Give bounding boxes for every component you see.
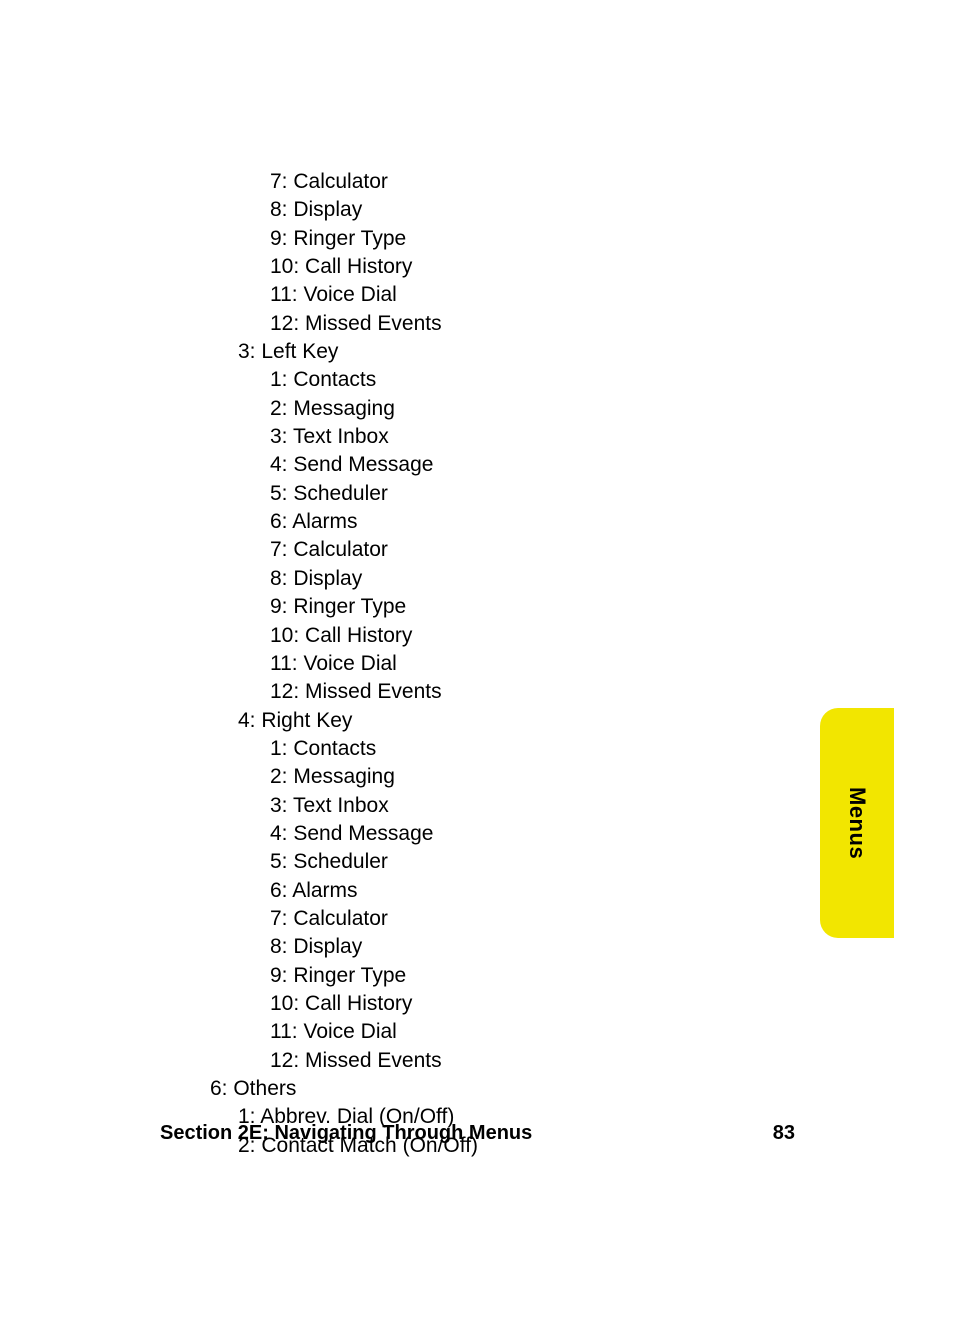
menu-item: 3: Text Inbox	[270, 792, 478, 820]
side-tab-label: Menus	[844, 787, 870, 859]
menu-item: 7: Calculator	[270, 536, 478, 564]
menu-item: 7: Calculator	[270, 168, 478, 196]
menu-tree-content: 7: Calculator8: Display9: Ringer Type10:…	[210, 168, 478, 1160]
menu-item: 1: Contacts	[270, 735, 478, 763]
menu-item: 12: Missed Events	[270, 310, 478, 338]
page-footer: Section 2E: Navigating Through Menus 83	[160, 1122, 795, 1145]
menu-item: 4: Right Key	[238, 707, 478, 735]
menu-item: 10: Call History	[270, 622, 478, 650]
menu-item: 2: Messaging	[270, 763, 478, 791]
menu-item: 3: Left Key	[238, 338, 478, 366]
menu-item: 11: Voice Dial	[270, 1018, 478, 1046]
menu-item: 8: Display	[270, 565, 478, 593]
menu-item: 11: Voice Dial	[270, 650, 478, 678]
menu-item: 12: Missed Events	[270, 1047, 478, 1075]
menu-item: 10: Call History	[270, 253, 478, 281]
menu-item: 4: Send Message	[270, 451, 478, 479]
side-tab: Menus	[820, 708, 894, 938]
menu-item: 3: Text Inbox	[270, 423, 478, 451]
menu-item: 9: Ringer Type	[270, 593, 478, 621]
menu-item: 8: Display	[270, 196, 478, 224]
menu-item: 10: Call History	[270, 990, 478, 1018]
menu-item: 7: Calculator	[270, 905, 478, 933]
menu-item: 5: Scheduler	[270, 480, 478, 508]
menu-item: 2: Messaging	[270, 395, 478, 423]
menu-item: 9: Ringer Type	[270, 225, 478, 253]
menu-item: 8: Display	[270, 933, 478, 961]
footer-page-number: 83	[773, 1122, 795, 1145]
menu-item: 9: Ringer Type	[270, 962, 478, 990]
menu-item: 11: Voice Dial	[270, 281, 478, 309]
menu-item: 6: Alarms	[270, 877, 478, 905]
menu-item: 6: Others	[210, 1075, 478, 1103]
menu-item: 1: Contacts	[270, 366, 478, 394]
footer-section-title: Section 2E: Navigating Through Menus	[160, 1122, 532, 1145]
menu-item: 4: Send Message	[270, 820, 478, 848]
menu-item: 6: Alarms	[270, 508, 478, 536]
menu-item: 5: Scheduler	[270, 848, 478, 876]
menu-item: 12: Missed Events	[270, 678, 478, 706]
